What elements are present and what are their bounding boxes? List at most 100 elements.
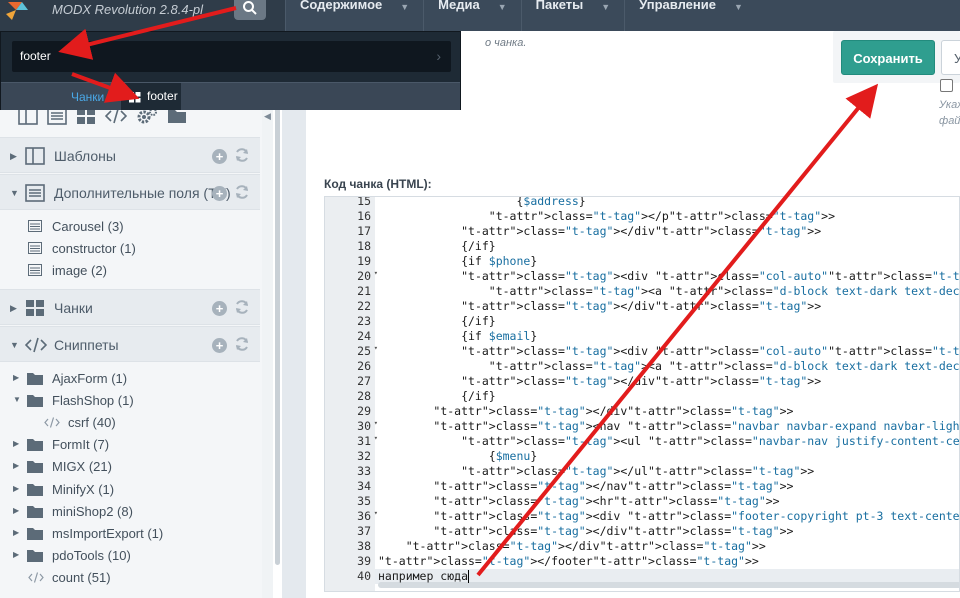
brand-version: MODX Revolution 2.8.4-pl xyxy=(52,2,204,17)
line-number: 26 xyxy=(357,359,371,373)
code-label: Код чанка (HTML): xyxy=(324,177,432,191)
tv-list-icon xyxy=(28,264,42,276)
expand-arrow-icon: ▶ xyxy=(13,461,20,470)
add-icon[interactable]: + xyxy=(212,149,227,164)
code-line: "t-attr">class="t-tag"></div"t-attr">cla… xyxy=(378,374,821,389)
code-line-text: "t-attr">class="t-tag"><nav "t-attr">cla… xyxy=(433,419,960,433)
save-button[interactable]: Сохранить xyxy=(841,40,935,75)
expand-arrow-icon: ▶ xyxy=(13,506,20,515)
code-line-text: "t-attr">class="t-tag"><ul "t-attr">clas… xyxy=(461,434,960,448)
tree-item-label: Carousel (3) xyxy=(52,219,124,234)
expand-arrow-icon: ▶ xyxy=(13,550,20,559)
code-line-text: {$address} xyxy=(378,196,586,208)
expand-arrow-icon: ▶ xyxy=(13,439,20,448)
section-title: Шаблоны xyxy=(54,148,116,164)
folder-icon xyxy=(27,528,43,540)
expand-arrow-icon: ▶ xyxy=(10,151,17,161)
code-line: {if $email} xyxy=(378,329,537,344)
search-button[interactable] xyxy=(234,0,266,20)
menu-packages[interactable]: Пакеты ▼ xyxy=(520,0,625,31)
line-number: 19 xyxy=(357,254,371,268)
tv-list-icon xyxy=(25,184,45,202)
section-chunks[interactable]: ▶ Чанки + xyxy=(0,289,260,325)
secondary-button[interactable]: У xyxy=(941,40,960,75)
search-result-label: footer xyxy=(147,89,178,103)
code-line-text: "t-attr">class="t-tag"></div"t-attr">cla… xyxy=(405,539,766,553)
brand-area: MODX Revolution 2.8.4-pl xyxy=(0,0,285,31)
search-input-value: footer xyxy=(20,49,51,63)
section-title: Дополнительные поля (TV) xyxy=(54,185,231,201)
tv-list-icon xyxy=(28,242,42,254)
code-line-text: "t-attr">class="t-tag"><a "t-attr">class… xyxy=(488,359,960,373)
code-line-text: {/if} xyxy=(378,239,496,253)
checkbox-note-line: Укаж xyxy=(939,99,960,111)
code-line-text: например сюда xyxy=(378,569,469,583)
section-templates[interactable]: ▶ Шаблоны + xyxy=(0,137,260,173)
refresh-icon[interactable] xyxy=(234,147,250,163)
line-number: 25 ▾ xyxy=(357,344,378,358)
search-result-category[interactable]: Чанки xyxy=(71,90,104,104)
code-line: {$address} xyxy=(378,196,586,209)
code-line: "t-attr">class="t-tag"></ul"t-attr">clas… xyxy=(378,464,814,479)
line-number: 38 xyxy=(357,539,371,553)
chevron-down-icon: ▼ xyxy=(400,2,410,12)
search-result-item[interactable]: footer xyxy=(121,83,181,110)
section-snippets[interactable]: ▼ Сниппеты + xyxy=(0,326,260,362)
scrollbar-thumb[interactable] xyxy=(275,105,280,565)
line-number: 35 xyxy=(357,494,371,508)
folder-icon xyxy=(27,373,43,385)
code-line-text: {$menu} xyxy=(378,449,538,463)
chevron-right-icon[interactable]: › xyxy=(436,48,441,64)
refresh-icon[interactable] xyxy=(234,336,250,352)
menu-content-label: Содержимое xyxy=(300,0,383,12)
menu-packages-label: Пакеты xyxy=(535,0,584,12)
tree-item-label: msImportExport (1) xyxy=(52,526,164,541)
modx-logo-icon xyxy=(6,2,28,20)
collapse-arrow-icon: ▼ xyxy=(10,340,19,350)
tree-item-label: miniShop2 (8) xyxy=(52,504,133,519)
refresh-icon[interactable] xyxy=(234,184,250,200)
code-line-text: "t-attr">class="t-tag"><a "t-attr">class… xyxy=(488,284,960,298)
code-editor[interactable]: 15 {$address} 16 "t-attr">class="t-tag"><… xyxy=(324,196,960,592)
code-icon xyxy=(28,572,44,583)
line-number: 36 ▾ xyxy=(357,509,378,523)
line-number: 31 ▾ xyxy=(357,434,378,448)
section-tvs[interactable]: ▼ Дополнительные поля (TV) + xyxy=(0,174,260,210)
tree-item-label: FlashShop (1) xyxy=(52,393,134,408)
code-line-text: "t-attr">class="t-tag"></div"t-attr">cla… xyxy=(433,404,794,418)
description-hint: о чанка. xyxy=(485,37,527,49)
search-input[interactable]: footer › xyxy=(12,41,451,72)
add-icon[interactable]: + xyxy=(212,338,227,353)
chevron-down-icon: ▼ xyxy=(733,2,743,12)
add-icon[interactable]: + xyxy=(212,301,227,316)
line-number: 23 xyxy=(357,314,371,328)
code-line: {/if} xyxy=(378,239,496,254)
tree-item-label: MIGX (21) xyxy=(52,459,112,474)
checkbox-note: Укаж файл xyxy=(939,97,960,129)
menu-media[interactable]: Медиа ▼ xyxy=(423,0,520,31)
folder-icon xyxy=(27,484,43,496)
refresh-icon[interactable] xyxy=(234,299,250,315)
code-line: "t-attr">class="t-tag"><nav "t-attr">cla… xyxy=(378,419,960,434)
collapse-arrow-icon: ▼ xyxy=(13,395,21,404)
folder-icon xyxy=(27,395,43,407)
code-line-text: "t-attr">class="t-tag"></div"t-attr">cla… xyxy=(461,299,822,313)
folder-icon xyxy=(27,506,43,518)
line-number: 15 xyxy=(357,196,371,208)
code-line: "t-attr">class="t-tag"><hr"t-attr">class… xyxy=(378,494,779,509)
menu-manage[interactable]: Управление ▼ xyxy=(624,0,757,31)
menu-media-label: Медиа xyxy=(438,0,480,12)
code-line: "t-attr">class="t-tag"></div"t-attr">cla… xyxy=(378,224,821,239)
sidebar-scrollbar[interactable] xyxy=(273,100,282,598)
code-line: "t-attr">class="t-tag"></footer"t-attr">… xyxy=(378,554,759,569)
add-icon[interactable]: + xyxy=(212,186,227,201)
static-file-checkbox[interactable] xyxy=(940,79,953,92)
menu-content[interactable]: Содержимое ▼ xyxy=(285,0,423,31)
search-icon xyxy=(243,1,257,15)
code-line-text: "t-attr">class="t-tag"></nav"t-attr">cla… xyxy=(433,479,794,493)
line-number: 32 xyxy=(357,449,371,463)
code-line: {$menu} xyxy=(378,449,538,464)
code-line-text: "t-attr">class="t-tag"></footer"t-attr">… xyxy=(378,554,759,568)
code-line-text: "t-attr">class="t-tag"></div"t-attr">cla… xyxy=(461,224,822,238)
code-line: "t-attr">class="t-tag"></div"t-attr">cla… xyxy=(378,299,821,314)
